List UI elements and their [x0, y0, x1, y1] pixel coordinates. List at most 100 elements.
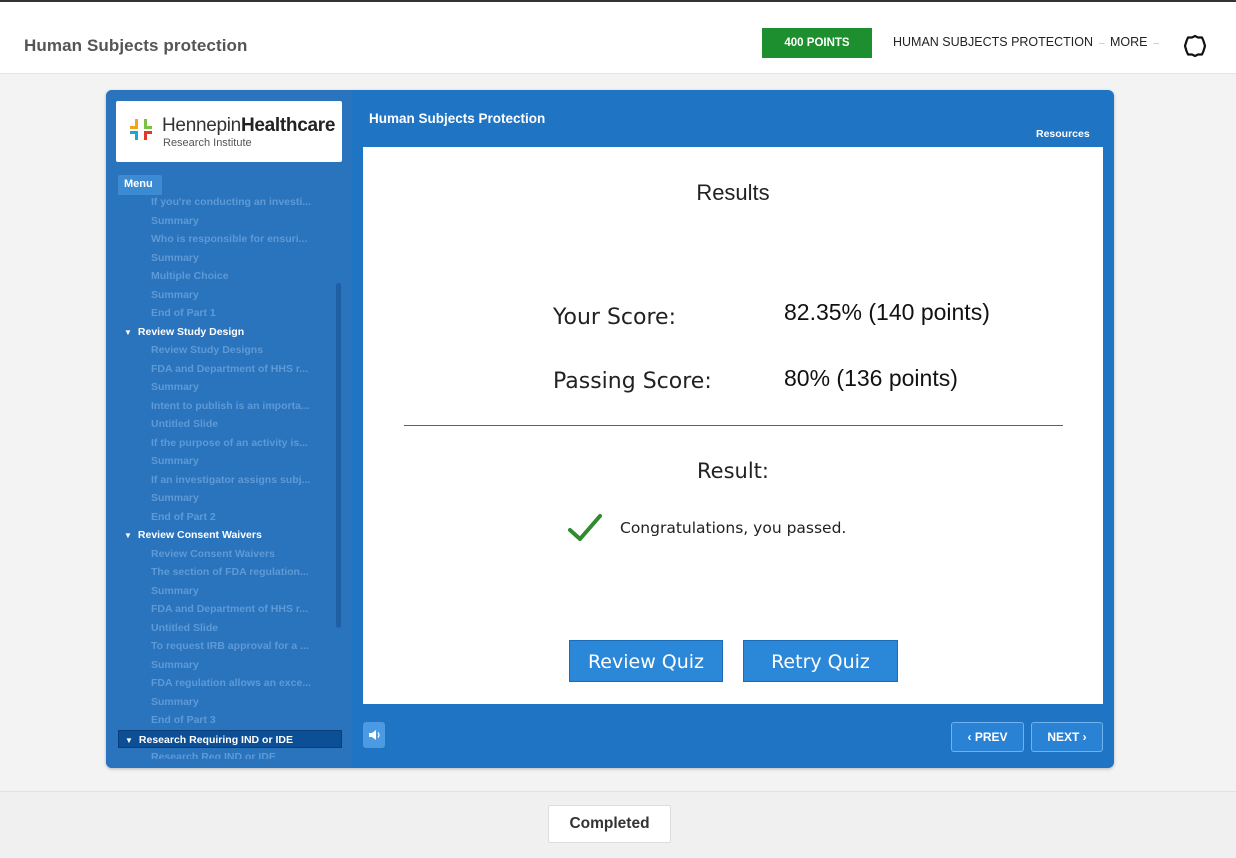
- menu-item-label: Summary: [151, 214, 199, 227]
- menu-item[interactable]: Summary: [118, 378, 342, 397]
- menu-list: If you're conducting an investi... Summar…: [118, 193, 342, 759]
- nav-more-dropdown[interactable]: MORE –: [1110, 35, 1159, 49]
- menu-item-label: If you're conducting an investi...: [151, 196, 312, 208]
- menu-item-label: Summary: [151, 584, 199, 597]
- audio-button[interactable]: [363, 722, 385, 748]
- passing-score-label: Passing Score:: [553, 369, 712, 394]
- review-quiz-button[interactable]: Review Quiz: [569, 640, 723, 682]
- sidebar: HennepinHealthcare Research Institute Me…: [106, 90, 352, 768]
- menu-item[interactable]: End of Part 1: [118, 304, 342, 323]
- menu-item[interactable]: FDA and Department of HHS r...: [118, 360, 342, 379]
- menu-item[interactable]: Summary: [118, 489, 342, 508]
- menu-item-label: The section of FDA regulation...: [151, 566, 309, 578]
- logo-mark-icon: [130, 119, 152, 140]
- nav-more-label: MORE: [1110, 35, 1148, 49]
- menu-item[interactable]: FDA and Department of HHS r...: [118, 600, 342, 619]
- menu-item[interactable]: Summary: [118, 582, 342, 601]
- menu-item-label: End of Part 2: [151, 510, 216, 523]
- menu-item[interactable]: End of Part 3: [118, 711, 342, 730]
- menu-item-label: Summary: [151, 492, 199, 504]
- menu-item-label: Review Consent Waivers: [137, 529, 262, 541]
- menu-item[interactable]: Untitled Slide: [118, 415, 342, 434]
- menu-item[interactable]: Research Req IND or IDE: [118, 748, 342, 759]
- menu-item[interactable]: If the purpose of an activity is...: [118, 434, 342, 453]
- points-badge: 400 POINTS: [762, 28, 872, 58]
- menu-item-label: Summary: [151, 288, 199, 301]
- your-score-value: 82.35% (140 points): [784, 299, 990, 325]
- menu-item[interactable]: Summary: [118, 212, 342, 231]
- resources-link[interactable]: Resources: [1036, 128, 1090, 140]
- menu-item[interactable]: Review Study Designs: [118, 341, 342, 360]
- menu-tab[interactable]: Menu: [118, 175, 162, 195]
- menu-item-label: Summary: [151, 381, 199, 393]
- menu-item-label: If the purpose of an activity is...: [151, 436, 308, 449]
- result-message: Congratulations, you passed.: [620, 519, 847, 537]
- menu-item-label: Review Consent Waivers: [151, 547, 275, 560]
- menu-item-label: To request IRB approval for a ...: [151, 640, 309, 652]
- nav-course-dropdown[interactable]: HUMAN SUBJECTS PROTECTION –: [893, 35, 1105, 49]
- checkmark-icon: [568, 514, 602, 541]
- menu-item[interactable]: If you're conducting an investi...: [118, 193, 342, 212]
- menu-item[interactable]: Summary: [118, 286, 342, 305]
- result-label: Result:: [697, 459, 769, 483]
- app-title: Human Subjects protection: [24, 36, 248, 55]
- menu-item-label: Summary: [151, 658, 199, 671]
- menu-item[interactable]: If an investigator assigns subj...: [118, 471, 342, 490]
- logo-subtitle: Research Institute: [163, 137, 252, 149]
- menu-item[interactable]: Untitled Slide: [118, 619, 342, 638]
- logo: HennepinHealthcare Research Institute: [116, 101, 342, 162]
- menu-item[interactable]: Intent to publish is an importa...: [118, 397, 342, 416]
- course-player: HennepinHealthcare Research Institute Me…: [106, 90, 1114, 768]
- menu-item[interactable]: End of Part 2: [118, 508, 342, 527]
- chevron-down-icon: –: [1099, 38, 1105, 49]
- menu-section[interactable]: ▼ Review Study Design: [118, 323, 342, 342]
- menu-item[interactable]: Summary: [118, 452, 342, 471]
- your-score-label: Your Score:: [553, 305, 676, 330]
- nav-course-label: HUMAN SUBJECTS PROTECTION: [893, 35, 1094, 49]
- menu-section[interactable]: ▼ Research Requiring IND or IDE: [118, 729, 342, 748]
- menu-item[interactable]: Review Consent Waivers: [118, 545, 342, 564]
- menu-item[interactable]: Multiple Choice: [118, 267, 342, 286]
- divider: [404, 425, 1063, 426]
- menu-item-label: Summary: [151, 455, 199, 467]
- profile-icon[interactable]: [1183, 34, 1207, 58]
- top-bar: Human Subjects protection 400 POINTS HUM…: [0, 0, 1236, 74]
- triangle-down-icon: ▼: [124, 531, 132, 540]
- menu-item-label: FDA and Department of HHS r...: [151, 603, 309, 615]
- menu-item[interactable]: Who is responsible for ensuri...: [118, 230, 342, 249]
- menu-item-label: Untitled Slide: [151, 418, 219, 430]
- menu-item-label: End of Part 3: [151, 714, 216, 726]
- menu-item-label: Summary: [151, 695, 199, 708]
- course-title: Human Subjects Protection: [369, 111, 546, 126]
- menu-item-label: End of Part 1: [151, 307, 216, 319]
- menu-item-label: Review Study Designs: [151, 344, 264, 356]
- menu-item[interactable]: Summary: [118, 656, 342, 675]
- menu-item[interactable]: To request IRB approval for a ...: [118, 637, 342, 656]
- completed-button[interactable]: Completed: [548, 805, 671, 843]
- menu-scrollbar[interactable]: [336, 283, 341, 628]
- next-button[interactable]: NEXT ›: [1031, 722, 1103, 752]
- menu-item-label: Multiple Choice: [151, 270, 229, 282]
- menu-item[interactable]: The section of FDA regulation...: [118, 563, 342, 582]
- menu-item-label: Intent to publish is an importa...: [151, 399, 310, 412]
- menu-section[interactable]: ▼ Review Consent Waivers: [118, 526, 342, 545]
- triangle-down-icon: ▼: [124, 327, 132, 337]
- chevron-down-icon: –: [1153, 38, 1160, 49]
- retry-quiz-button[interactable]: Retry Quiz: [743, 640, 898, 682]
- menu-item[interactable]: Summary: [118, 249, 342, 268]
- menu-item[interactable]: Summary: [118, 693, 342, 712]
- logo-name: HennepinHealthcare: [162, 115, 336, 136]
- speaker-icon: [369, 730, 380, 740]
- triangle-down-icon: ▼: [125, 735, 133, 745]
- menu-item-label: Review Study Design: [137, 325, 245, 338]
- menu-item-label: Summary: [151, 251, 199, 264]
- menu-item-label: If an investigator assigns subj...: [151, 473, 311, 486]
- results-title: Results: [696, 180, 770, 205]
- menu-item-label: Untitled Slide: [151, 621, 219, 634]
- menu-item-label: FDA regulation allows an exce...: [151, 677, 312, 689]
- results-slide: Results Your Score: 82.35% (140 points) …: [363, 147, 1103, 704]
- passing-score-value: 80% (136 points): [784, 365, 958, 391]
- menu-item[interactable]: FDA regulation allows an exce...: [118, 674, 342, 693]
- prev-button[interactable]: ‹ PREV: [951, 722, 1024, 752]
- menu-item-label: Research Requiring IND or IDE: [138, 733, 293, 746]
